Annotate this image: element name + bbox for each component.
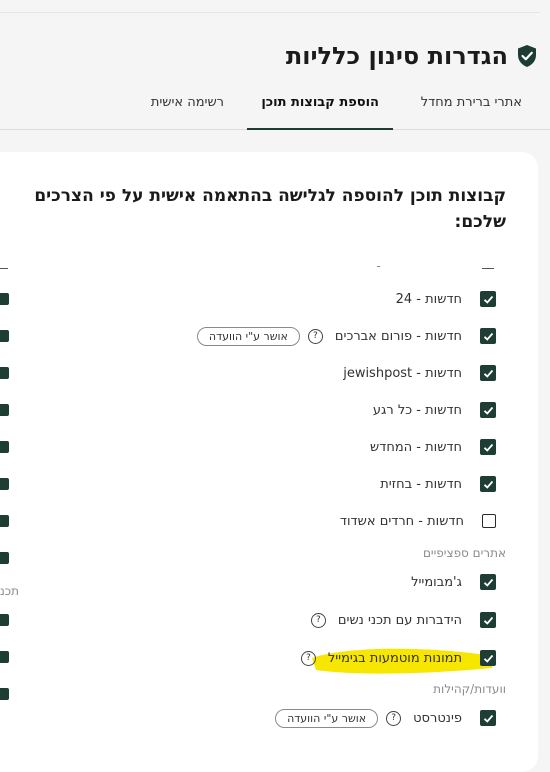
- checkbox[interactable]: [480, 574, 496, 590]
- content-card: [0, 152, 538, 772]
- help-icon[interactable]: ?: [310, 612, 326, 628]
- divider-mark: [482, 268, 494, 269]
- approved-badge: אושר ע"י הוועדה: [196, 326, 300, 346]
- list-item[interactable]: חדשות - כל רגע: [373, 400, 496, 420]
- list-item[interactable]: חדשות - בחזית: [380, 474, 496, 494]
- checkbox[interactable]: [0, 688, 9, 700]
- check-icon: [483, 332, 493, 341]
- checkbox[interactable]: [0, 367, 9, 379]
- item-label: חדשות - המחדש: [370, 439, 462, 455]
- item-label: חדשות - בחזית: [380, 476, 462, 492]
- list-item[interactable]: תמונות מוטמעות בגימייל ?: [300, 648, 496, 668]
- list-item[interactable]: ג'מבומייל: [411, 572, 496, 592]
- page-header: הגדרות סינון כלליות: [286, 42, 538, 70]
- item-label: חדשות - jewishpost: [343, 365, 462, 381]
- checkbox[interactable]: [0, 478, 9, 490]
- item-label: תמונות מוטמעות בגימייל: [327, 650, 462, 666]
- checkbox[interactable]: [0, 515, 9, 527]
- check-icon: [483, 480, 493, 489]
- check-icon: [483, 714, 493, 723]
- list-item[interactable]: חדשות - פורום אברכים ? אושר ע"י הוועדה: [196, 326, 496, 346]
- checkbox[interactable]: [0, 404, 9, 416]
- tab-add-content-groups[interactable]: הוספת קבוצות תוכן: [247, 92, 393, 130]
- checkbox[interactable]: [480, 402, 496, 418]
- help-icon[interactable]: ?: [300, 650, 316, 666]
- checkbox[interactable]: [480, 365, 496, 381]
- checkbox[interactable]: [480, 439, 496, 455]
- list-item[interactable]: חדשות - המחדש: [370, 437, 496, 457]
- item-label: פינטרסט: [413, 710, 462, 726]
- checkbox[interactable]: [0, 552, 9, 564]
- checkbox[interactable]: [480, 612, 496, 628]
- checkbox[interactable]: [480, 291, 496, 307]
- page-title: הגדרות סינון כלליות: [285, 42, 508, 70]
- approved-badge: אושר ע"י הוועדה: [275, 708, 379, 728]
- divider-mark: [0, 268, 8, 269]
- shield-check-icon: [518, 45, 536, 67]
- check-icon: [483, 406, 493, 415]
- check-icon: [483, 654, 493, 663]
- checkbox[interactable]: [0, 441, 9, 453]
- checkbox[interactable]: [0, 293, 9, 305]
- help-icon[interactable]: ?: [386, 710, 402, 726]
- section-label-specific-sites: אתרים ספציפיים: [422, 546, 506, 560]
- tab-default-sites[interactable]: אתרי ברירת מחדל: [421, 92, 522, 128]
- list-item[interactable]: פינטרסט ? אושר ע"י הוועדה: [275, 708, 496, 728]
- checkbox[interactable]: [0, 651, 9, 663]
- check-icon: [483, 616, 493, 625]
- item-label: חדשות - 24: [395, 291, 462, 307]
- list-item[interactable]: חדשות - 24: [396, 289, 496, 309]
- checkbox[interactable]: [480, 710, 496, 726]
- checkbox[interactable]: [0, 614, 9, 626]
- list-item[interactable]: חדשות - jewishpost: [343, 363, 496, 383]
- check-icon: [483, 295, 493, 304]
- checkbox[interactable]: [482, 514, 496, 528]
- top-divider: [0, 12, 540, 13]
- checkbox[interactable]: [0, 330, 9, 342]
- item-label: הידברות עם תכני נשים: [337, 612, 462, 628]
- tab-personal-list[interactable]: רשימה אישית: [151, 92, 224, 128]
- checkbox[interactable]: [480, 328, 496, 344]
- check-icon: [483, 369, 493, 378]
- checkbox[interactable]: [480, 650, 496, 666]
- section-heading: קבוצות תוכן להוספה לגלישה בהתאמה אישית ע…: [34, 186, 506, 232]
- help-icon[interactable]: ?: [307, 328, 323, 344]
- list-item[interactable]: הידברות עם תכני נשים ?: [310, 610, 496, 630]
- section-label-committees: וועדות/קהילות: [433, 682, 506, 696]
- checkbox[interactable]: [480, 476, 496, 492]
- list-item[interactable]: חדשות - חרדים אשדוד: [340, 511, 496, 531]
- item-label: חדשות - פורום אברכים: [334, 328, 462, 344]
- check-icon: [483, 443, 493, 452]
- section-label-fragment: תכנ: [0, 584, 20, 598]
- check-icon: [483, 578, 493, 587]
- item-label: חדשות - כל רגע: [372, 402, 462, 418]
- tab-bar: אתרי ברירת מחדל הוספת קבוצות תוכן רשימה …: [0, 92, 550, 130]
- divider-mark: [377, 266, 380, 267]
- item-label: חדשות - חרדים אשדוד: [339, 513, 464, 529]
- item-label: ג'מבומייל: [411, 574, 462, 590]
